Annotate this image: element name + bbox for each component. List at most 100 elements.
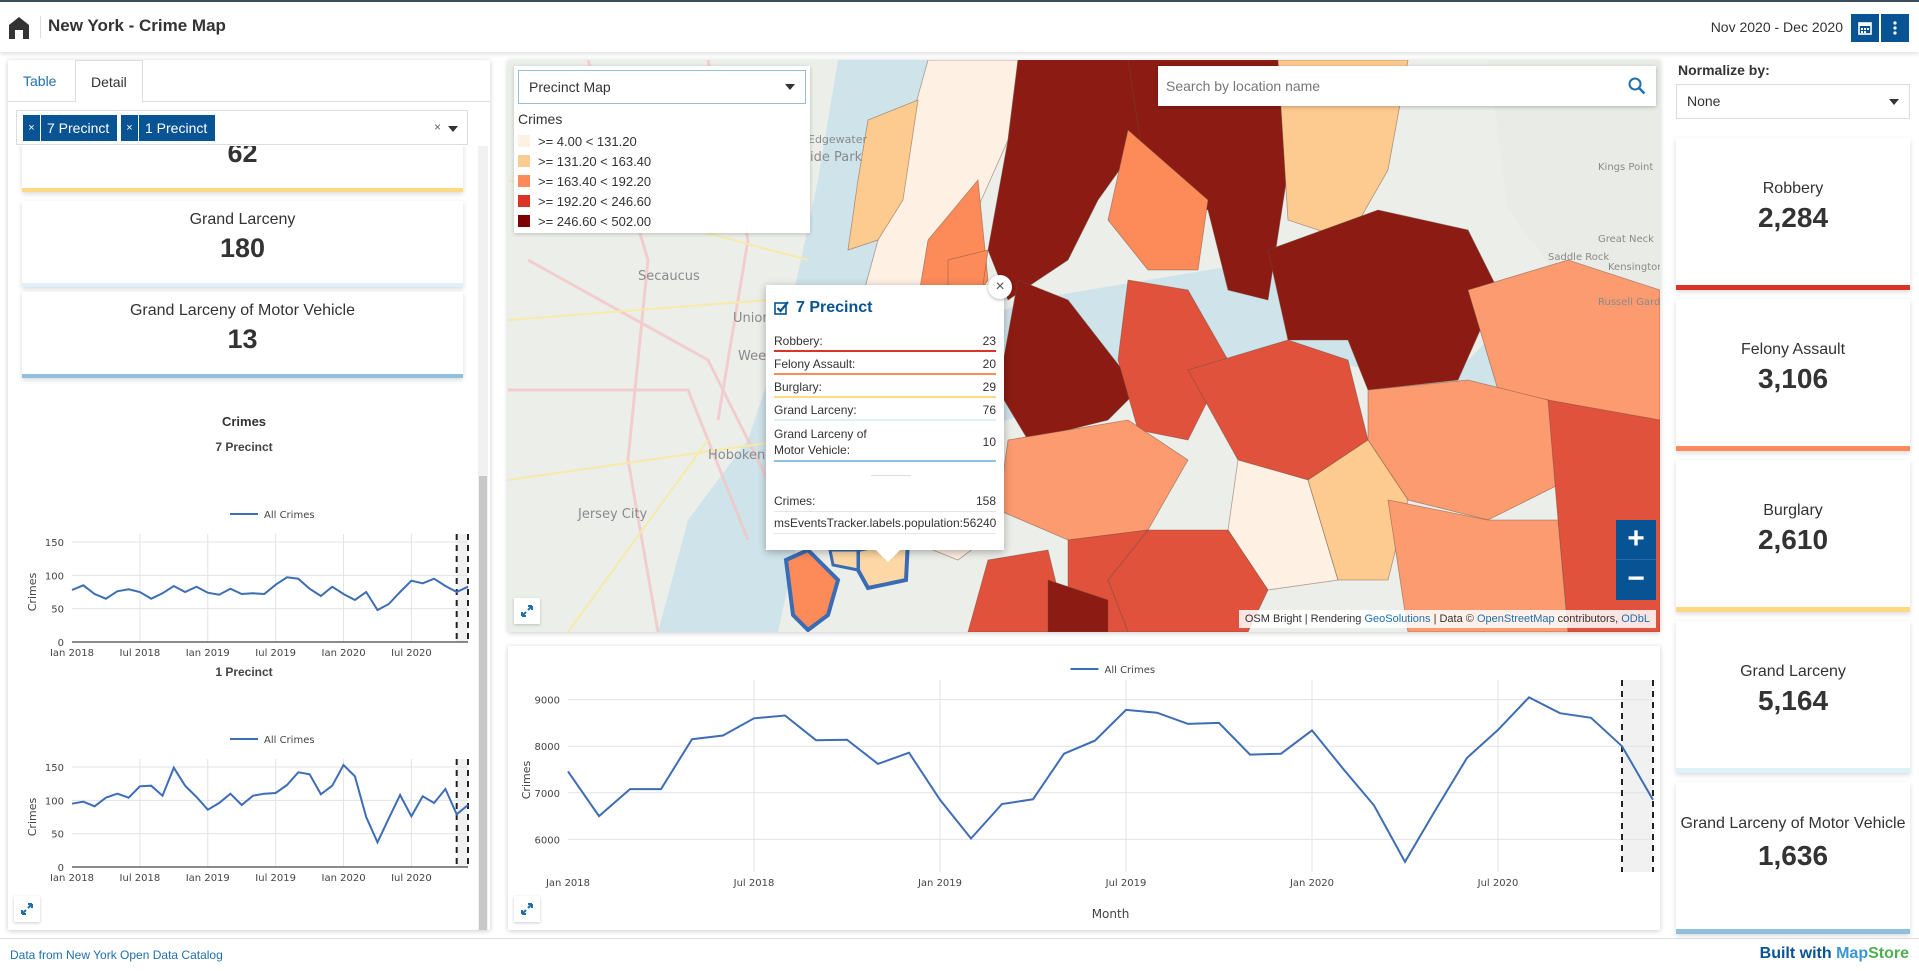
popup-title: 7 Precinct	[774, 299, 872, 317]
expand-button[interactable]	[514, 896, 540, 922]
x-tick-label: Jan 2018	[49, 873, 94, 881]
chip-remove-button[interactable]: ×	[23, 115, 41, 141]
chip-label: 1 Precinct	[145, 120, 208, 136]
place-label: Secaucus	[638, 269, 700, 284]
legend-item: >= 163.40 < 192.20	[518, 172, 651, 190]
legend-item: >= 192.20 < 246.60	[518, 192, 651, 210]
chip-label: 7 Precinct	[47, 120, 110, 136]
legend-swatch	[518, 195, 530, 207]
x-tick-label: Jul 2018	[119, 873, 161, 881]
stat-card-value: 3,106	[1757, 363, 1829, 394]
x-tick-label: Jul 2020	[1477, 878, 1519, 889]
x-tick-label: Jan 2019	[917, 878, 962, 889]
stat-card-value: 1,636	[1757, 840, 1829, 871]
stat-card-grand-larceny: Grand Larceny 5,164	[1676, 621, 1910, 773]
series-line-all-crimes	[567, 696, 1654, 864]
x-tick-label: Jan 2018	[545, 878, 590, 889]
series-line-all-crimes	[71, 576, 469, 612]
scrollbar[interactable]	[478, 146, 488, 930]
place-label: Hoboken	[708, 448, 765, 463]
x-tick-label: Jul 2019	[1105, 878, 1147, 889]
calendar-button[interactable]	[1851, 14, 1879, 42]
chip-remove-button[interactable]: ×	[121, 115, 139, 141]
map-legend: Precinct Map Crimes >= 4.00 < 131.20 >= …	[514, 66, 810, 233]
data-source-link[interactable]: Data from New York Open Data Catalog	[10, 948, 223, 962]
tab-detail[interactable]: Detail	[75, 60, 143, 103]
layer-select[interactable]: Precinct Map	[518, 70, 806, 104]
stat-card-value: 13	[227, 324, 258, 354]
popup-total-value: 158	[975, 494, 996, 508]
popup-row-value: 10	[982, 435, 996, 449]
legend-label: All Crimes	[1105, 665, 1156, 676]
filter-chip: × 1 Precinct	[121, 115, 215, 141]
precinct-popup: × 7 Precinct Robbery: 23 Felony Assault: 2…	[766, 275, 1012, 562]
stat-card-grand-larceny: Grand Larceny 180	[22, 201, 463, 287]
popup-total-label: msEventsTracker.labels.population:56240	[774, 516, 997, 530]
scrollbar-thumb[interactable]	[479, 476, 487, 930]
x-tick-label: Jul 2018	[119, 648, 161, 656]
chevron-down-icon[interactable]	[448, 126, 458, 132]
crimes-chart-panel: 6000 7000 8000 9000 Jan 2018 Jul 2018 Jan 2019…	[508, 646, 1660, 930]
legend-label: >= 163.40 < 192.20	[538, 173, 652, 189]
y-axis-label: Crimes	[520, 761, 533, 800]
built-with-mapstore[interactable]: Built with MapStore	[1760, 945, 1909, 963]
popup-row-value: 20	[982, 357, 996, 371]
expand-button[interactable]	[514, 598, 540, 624]
kebab-menu-icon	[1893, 21, 1897, 35]
popup-total-row: Crimes: 158	[774, 494, 996, 512]
attribution-link-odbl[interactable]: ODbL	[1621, 613, 1650, 625]
options-menu-button[interactable]	[1881, 14, 1909, 42]
attribution-text: | Data ©	[1430, 613, 1477, 625]
map-panel[interactable]: Cliffside Park Secaucus Union Weehawken …	[508, 60, 1660, 632]
legend-label: >= 246.60 < 502.00	[538, 213, 652, 229]
checkbox-checked-icon[interactable]	[774, 300, 790, 316]
popup-row-color-bar	[774, 419, 996, 421]
expand-icon	[521, 903, 533, 915]
normalize-select[interactable]: None	[1676, 84, 1910, 119]
y-tick-label: 6000	[535, 835, 560, 846]
popup-row: Grand Larceny: 76	[774, 402, 996, 421]
search-icon[interactable]	[1628, 77, 1646, 95]
home-icon[interactable]	[8, 16, 30, 40]
legend-title: Crimes	[518, 111, 563, 127]
popup-row-color-bar	[774, 350, 996, 352]
close-icon: ×	[995, 278, 1005, 295]
filter-chip: × 7 Precinct	[23, 115, 117, 141]
app-header: New York - Crime Map Nov 2020 - Dec 2020	[0, 2, 1919, 52]
brand-store: Store	[1868, 945, 1909, 962]
attribution-link-geosolutions[interactable]: GeoSolutions	[1364, 613, 1430, 625]
tab-table[interactable]: Table	[8, 60, 71, 102]
search-input[interactable]	[1158, 66, 1618, 106]
layer-select-value: Precinct Map	[529, 79, 611, 95]
detail-panel: Table Detail × 7 Precinct × 1 Precinct ×…	[8, 60, 490, 930]
x-tick-label: Jan 2020	[321, 873, 366, 881]
stat-card-color-bar	[22, 188, 463, 192]
popup-divider	[871, 475, 911, 476]
precinct-7-chart: 050100150Jan 2018 Jul 2018 Jan 2019 Jul 201…	[26, 510, 469, 656]
precinct-filter-select[interactable]: × 7 Precinct × 1 Precinct ×	[16, 110, 468, 145]
attribution-link-osm[interactable]: OpenStreetMap	[1477, 613, 1555, 625]
zoom-out-button[interactable]: −	[1616, 560, 1656, 600]
attribution-text: contributors,	[1554, 613, 1622, 625]
popup-title-text: 7 Precinct	[796, 299, 873, 316]
clear-filter-button[interactable]: ×	[434, 120, 441, 134]
legend-label: >= 131.20 < 163.40	[538, 153, 652, 169]
y-tick-label: 50	[51, 605, 64, 616]
popup-row-label: Felony Assault:	[774, 357, 856, 371]
expand-icon	[21, 903, 33, 915]
y-tick-label: 100	[45, 571, 64, 582]
zoom-in-button[interactable]: +	[1616, 520, 1656, 560]
popup-total-row: msEventsTracker.labels.population:56240	[774, 516, 996, 534]
x-tick-label: Jul 2020	[390, 873, 432, 881]
x-axis-label: Month	[1092, 907, 1130, 921]
stat-card-color-bar	[22, 374, 463, 378]
y-tick-label: 50	[51, 830, 64, 841]
expand-button[interactable]	[14, 896, 40, 922]
x-tick-label: Jul 2019	[254, 873, 296, 881]
stat-card-label: Felony Assault	[1740, 341, 1846, 358]
legend-swatch	[518, 175, 530, 187]
stat-card-grand-larceny-motor-vehicle: Grand Larceny of Motor Vehicle 13	[22, 292, 463, 378]
chevron-down-icon	[785, 84, 795, 90]
close-popup-button[interactable]: ×	[988, 275, 1012, 299]
stat-card-value: 62	[227, 146, 258, 168]
